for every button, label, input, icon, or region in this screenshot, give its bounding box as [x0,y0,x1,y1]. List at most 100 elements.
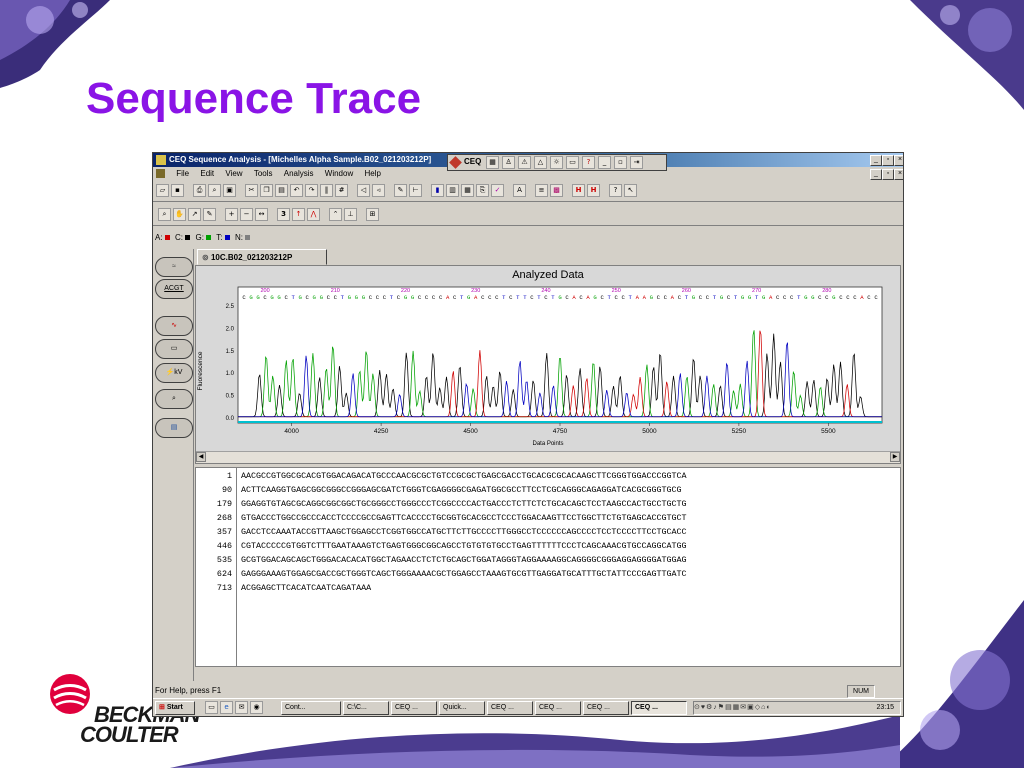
menu-view[interactable]: View [225,169,242,178]
sequence-line: AACGCCGTGGCGCACGTGGACAGACATGCCCAACGCGCTG… [241,471,687,481]
task-ceq-3[interactable]: CEQ ... [535,701,581,715]
menu-edit[interactable]: Edit [200,169,214,178]
float-exit-icon[interactable]: ⇥ [630,156,643,169]
select-icon[interactable]: ↗ [188,208,201,221]
run-icon[interactable]: ♙ [502,156,515,169]
layout-grid-icon[interactable]: ⊞ [366,208,379,221]
menu-tools[interactable]: Tools [254,169,273,178]
window-title: CEQ Sequence Analysis - [Michelles Alpha… [169,155,432,164]
lightbulb-icon[interactable]: ☼ [550,156,563,169]
bar-chart-icon[interactable]: ▮ [431,184,444,197]
view-number-box[interactable]: 3 [277,208,290,221]
print-icon[interactable]: ⎙ [193,184,206,197]
split-icon[interactable]: ⊢ [409,184,422,197]
h-icon-2[interactable]: H [587,184,600,197]
paste-icon[interactable]: ▤ [275,184,288,197]
scroll-left-arrow-icon[interactable]: ◀ [196,452,206,462]
current-view-button[interactable]: ▭ [155,339,193,359]
peaks-icon[interactable]: ▥ [446,184,459,197]
matrix-icon[interactable]: ▩ [550,184,563,197]
quicklaunch-outlook-icon[interactable]: ✉ [235,701,248,714]
color-pick-icon[interactable]: ✓ [491,184,504,197]
sequence-position-number: 179 [216,499,232,509]
sample-tab[interactable]: ⊚ 10C.B02_021203212P [197,249,327,265]
menu-analysis[interactable]: Analysis [284,169,314,178]
status-bar: For Help, press F1 NUM [153,684,903,698]
task-ceq-4[interactable]: CEQ ... [583,701,629,715]
results-view-button[interactable]: ▤ [155,418,193,438]
zoom-icon[interactable]: ⌕ [158,208,171,221]
trace-view-button[interactable]: ≈ [155,257,193,277]
task-ceq-active[interactable]: CEQ ... [631,701,687,715]
folder-icon[interactable]: ▭ [566,156,579,169]
sequence-text-panel[interactable]: 1 90 179 268 357 446 535 624 713 AACGCCGTGGCGCAC… [195,467,901,667]
quicklaunch-ie-icon[interactable]: e [220,701,233,714]
zoom-out-icon[interactable]: − [240,208,253,221]
quicklaunch-media-icon[interactable]: ◉ [250,701,263,714]
menu-window[interactable]: Window [325,169,353,178]
task-ceq-2[interactable]: CEQ ... [487,701,533,715]
base-position-label: 260 [682,288,691,294]
save-icon[interactable]: ▪ [171,184,184,197]
redo-icon[interactable]: ↷ [305,184,318,197]
warning-icon[interactable]: ⚠ [518,156,531,169]
minimize-button[interactable]: _ [870,155,882,166]
toolbar-main: ▱ ▪ ⎙ ⌕ ▣ ✂ ❐ ▤ ↶ ↷ ‖ # ◁ ◃ ✎ ⊢ ▮ ▥ ▦ ⎘ … [153,181,903,202]
help-icon[interactable]: ? [609,184,622,197]
ac-icon[interactable]: A [513,184,526,197]
undo-icon[interactable]: ↶ [290,184,303,197]
chart-scrollbar[interactable]: ◀ ▶ [196,451,900,463]
hand-pan-icon[interactable]: ✋ [173,208,186,221]
align-icon[interactable]: ‖ [320,184,333,197]
scale-peak-icon[interactable]: ⋀ [307,208,320,221]
zoom-in-icon[interactable]: + [225,208,238,221]
context-help-icon[interactable]: ↖ [624,184,637,197]
comment-icon[interactable]: ✎ [394,184,407,197]
quicklaunch-desktop-icon[interactable]: ▭ [205,701,218,714]
restore-button[interactable]: ▫ [882,155,894,166]
voltage-view-button[interactable]: ⚡kV [155,363,193,383]
table-icon[interactable]: ▦ [461,184,474,197]
sort-icon[interactable]: ≡ [535,184,548,197]
task-cont[interactable]: Cont... [281,701,341,715]
overlay-icon[interactable]: ⊥ [344,208,357,221]
child-close-button[interactable]: × [894,169,903,180]
x-tick-label: 4250 [374,428,389,435]
task-quick[interactable]: Quick... [439,701,485,715]
speaker-icon[interactable]: ◁ [357,184,370,197]
alert-icon[interactable]: △ [534,156,547,169]
float-restore-icon[interactable]: ▫ [614,156,627,169]
acgt-view-button[interactable]: ACGT [155,279,193,299]
mute-icon[interactable]: ◃ [372,184,385,197]
zoom-fit-icon[interactable]: ↔ [255,208,268,221]
legend-a-label: A: [155,233,163,242]
page-setup-icon[interactable]: ▣ [223,184,236,197]
close-button[interactable]: × [894,155,903,166]
menu-help[interactable]: Help [364,169,380,178]
scale-up-icon[interactable]: ↑ [292,208,305,221]
float-minimize-icon[interactable]: _ [598,156,611,169]
start-button[interactable]: ⊞ Start [155,701,195,715]
sequence-line: GACCTCCAAATACCGTTAAGCTGGAGCCTCGGTGGCCATG… [241,527,687,537]
plate-icon[interactable]: ▦ [486,156,499,169]
print-preview-icon[interactable]: ⌕ [208,184,221,197]
ceq-floating-toolbar[interactable]: CEQ ▦ ♙ ⚠ △ ☼ ▭ ? _ ▫ ⇥ [447,154,667,171]
child-minimize-button[interactable]: _ [870,169,882,180]
task-ceq-1[interactable]: CEQ ... [391,701,437,715]
collapse-icon[interactable]: ⌃ [329,208,342,221]
child-restore-button[interactable]: ▫ [882,169,894,180]
base-position-label: 270 [752,288,761,294]
help-book-icon[interactable]: ? [582,156,595,169]
raw-data-button[interactable]: ∿ [155,316,193,336]
cut-icon[interactable]: ✂ [245,184,258,197]
edit-icon[interactable]: ✎ [203,208,216,221]
export-icon[interactable]: ⎘ [476,184,489,197]
open-icon[interactable]: ▱ [156,184,169,197]
copy-icon[interactable]: ❐ [260,184,273,197]
menu-file[interactable]: File [176,169,189,178]
scroll-right-arrow-icon[interactable]: ▶ [890,452,900,462]
search-view-button[interactable]: ⌕ [155,389,193,409]
grid-icon[interactable]: # [335,184,348,197]
task-c-drive[interactable]: C:\C... [343,701,389,715]
h-icon-1[interactable]: H [572,184,585,197]
